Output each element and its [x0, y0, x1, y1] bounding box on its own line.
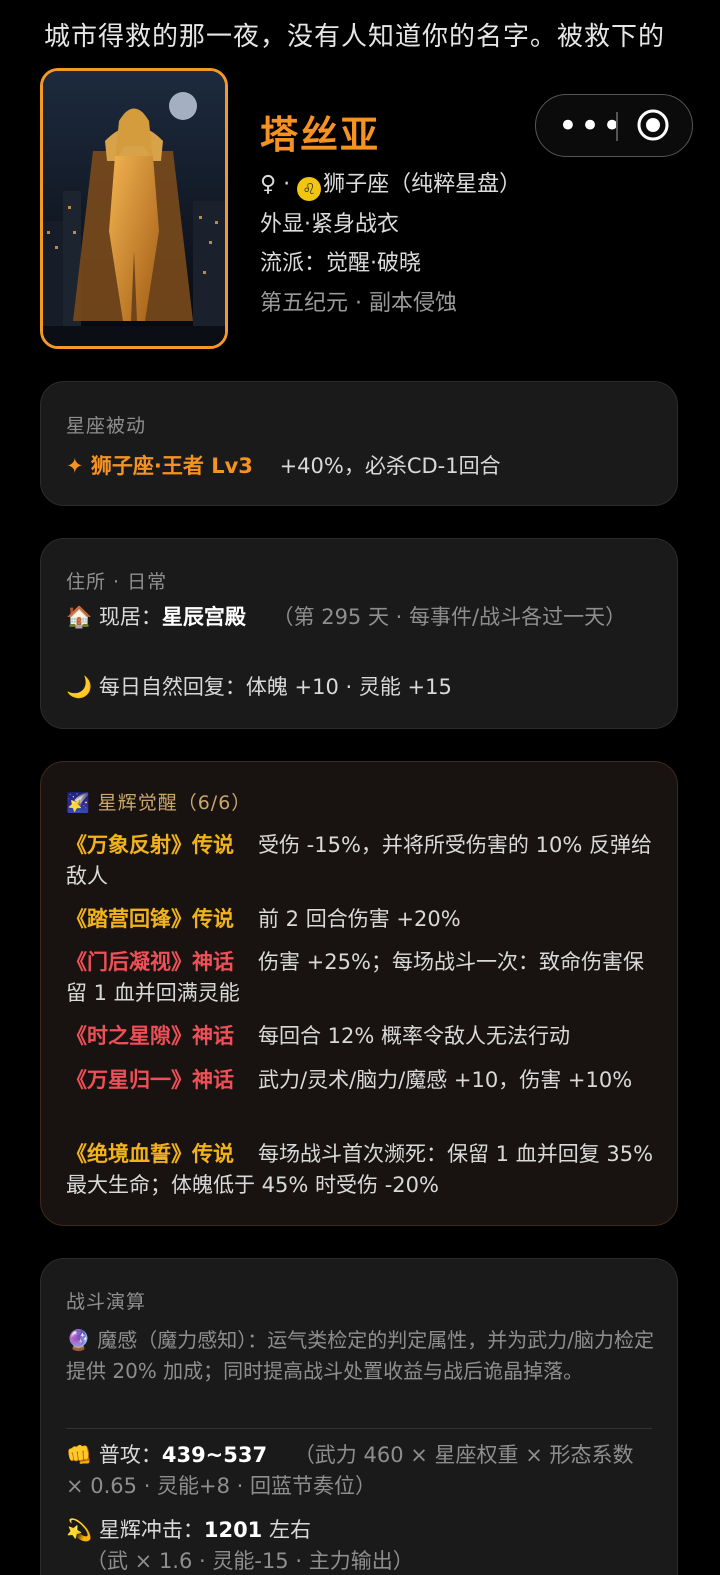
awakening-item: 《时之星隙》神话 每回合 12% 概率令敌人无法行动: [66, 1021, 655, 1052]
awakening-item: 《万星归一》神话 武力/灵术/脑力/魔感 +10，伤害 +10%: [66, 1065, 655, 1096]
burst-line: 💫 星辉冲击：1201 左右 （武 × 1.6 · 灵能-15 · 主力输出）: [66, 1515, 655, 1575]
recovery-text: 每日自然回复：体魄 +10 · 灵能 +15: [98, 675, 452, 699]
residence-line: 🏠 现居：星辰宫殿 （第 295 天 · 每事件/战斗各过一天）: [66, 602, 655, 633]
capsule-divider: [616, 112, 618, 141]
crystal-ball-icon: 🔮: [66, 1328, 91, 1352]
battle-calc-card: 战斗演算 🔮 魔感（魔力感知）：运气类检定的判定属性，并为武力/脑力检定提供 2…: [40, 1258, 678, 1575]
intro-text: 城市得救的那一夜，没有人知道你的名字。被救下的: [44, 22, 666, 52]
school-text: 流派：觉醒·破晓: [260, 251, 421, 276]
dizzy-star-icon: 💫: [66, 1518, 93, 1542]
close-target-icon[interactable]: [635, 107, 671, 143]
awakening-item: 《绝境血誓》传说 每场战斗首次濒死：保留 1 血并回复 35% 最大生命；体魄低于…: [66, 1139, 655, 1201]
shooting-star-icon: 🌠: [66, 792, 91, 814]
era-text: 第五纪元 · 副本侵蚀: [260, 291, 457, 316]
awakening-item-name: 《绝境血誓》传说: [66, 1142, 234, 1166]
awakening-item-name: 《万象反射》传说: [66, 833, 234, 857]
awakening-label-row: 🌠 星辉觉醒（6/6）: [66, 788, 251, 815]
leo-zodiac-icon: ♌: [297, 177, 322, 201]
awakening-label: 星辉觉醒（6/6）: [97, 792, 252, 814]
zodiac-text: 狮子座（纯粹星盘）: [323, 172, 522, 197]
appearance-text: 外显·紧身战衣: [260, 212, 399, 237]
attack-line: 👊 普攻：439~537 （武力 460 × 星座权重 × 形态系数 × 0.6…: [66, 1440, 655, 1502]
battle-label: 战斗演算: [66, 1291, 147, 1313]
recovery-line: 🌙 每日自然回复：体魄 +10 · 灵能 +15: [66, 672, 655, 703]
battle-divider: [66, 1428, 652, 1429]
residence-prefix: 现居：: [98, 605, 162, 629]
home-icon: 🏠: [66, 605, 93, 629]
burst-note: （武 × 1.6 · 灵能-15 · 主力输出）: [86, 1549, 414, 1573]
awakening-item-name: 《时之星隙》神话: [66, 1024, 234, 1048]
awakening-item-name: 《踏营回锋》传说: [66, 907, 234, 931]
gender-zodiac-line: ♀ · ♌ 狮子座（纯粹星盘）: [260, 166, 521, 201]
awakening-item-desc: 前 2 回合伤害 +20%: [258, 907, 461, 931]
awakening-item: 《门后凝视》神话 伤害 +25%；每场战斗一次：致命伤害保留 1 血并回满灵能: [66, 947, 655, 1009]
magic-desc: 魔感（魔力感知）：运气类检定的判定属性，并为武力/脑力检定提供 20% 加成；同…: [66, 1328, 655, 1383]
burst-label: 星辉冲击：: [98, 1518, 204, 1542]
attack-label: 普攻：: [98, 1443, 162, 1467]
awakening-item-name: 《门后凝视》神话: [66, 950, 234, 974]
residence-name: 星辰宫殿: [161, 605, 246, 629]
fist-icon: 👊: [66, 1443, 93, 1467]
residence-label: 住所 · 日常: [66, 571, 168, 593]
awakening-item-desc: 武力/灵术/脑力/魔感 +10，伤害 +10%: [258, 1068, 633, 1092]
awakening-item-desc: 每回合 12% 概率令敌人无法行动: [258, 1024, 571, 1048]
burst-suffix: 左右: [262, 1518, 311, 1542]
magic-desc-line: 🔮 魔感（魔力感知）：运气类检定的判定属性，并为武力/脑力检定提供 20% 加成…: [66, 1325, 655, 1387]
constellation-passive-card: 星座被动 ✦ 狮子座·王者 Lv3 +40%，必杀CD-1回合: [40, 381, 678, 506]
residence-card: 住所 · 日常 🏠 现居：星辰宫殿 （第 295 天 · 每事件/战斗各过一天）…: [40, 538, 678, 729]
constellation-skill-line: ✦ 狮子座·王者 Lv3 +40%，必杀CD-1回合: [66, 451, 655, 482]
character-name: 塔丝亚: [260, 113, 381, 157]
mini-program-capsule: •••: [535, 94, 693, 157]
constellation-skill-effect: +40%，必杀CD-1回合: [279, 454, 501, 478]
character-portrait[interactable]: [40, 68, 228, 349]
constellation-label: 星座被动: [66, 415, 147, 437]
constellation-skill-name: ✦ 狮子座·王者 Lv3: [66, 454, 253, 478]
portrait-image: [43, 71, 225, 346]
awakening-item-name: 《万星归一》神话: [66, 1068, 234, 1092]
awakening-item: 《万象反射》传说 受伤 -15%，并将所受伤害的 10% 反弹给敌人: [66, 830, 655, 892]
awakening-item: 《踏营回锋》传说前 2 回合伤害 +20%: [66, 904, 655, 935]
awakening-card: 🌠 星辉觉醒（6/6） 《万象反射》传说 受伤 -15%，并将所受伤害的 10% …: [40, 761, 678, 1226]
residence-note: （第 295 天 · 每事件/战斗各过一天）: [272, 605, 627, 629]
gender-icon: ♀: [260, 172, 277, 197]
attack-value: 439~537: [161, 1443, 268, 1467]
burst-value: 1201: [203, 1518, 263, 1542]
moon-icon: 🌙: [66, 675, 93, 699]
